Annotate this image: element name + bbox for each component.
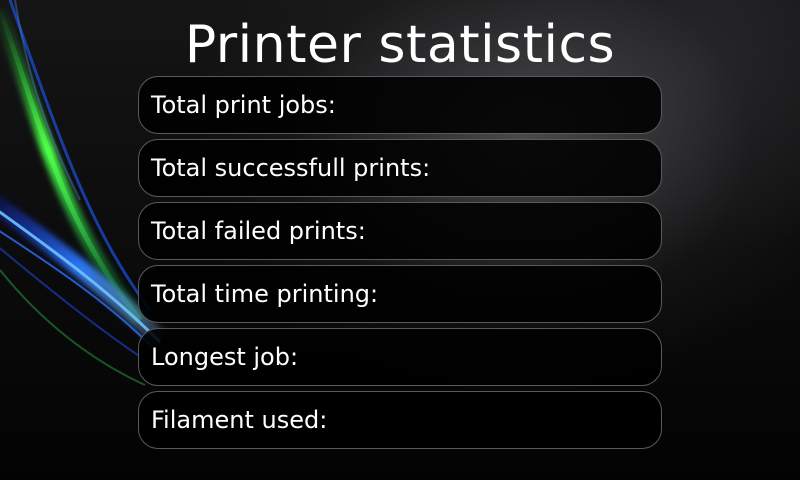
stat-label: Longest job:: [151, 343, 299, 371]
stat-label: Total successfull prints:: [151, 154, 431, 182]
page-title: Printer statistics: [184, 15, 616, 75]
stat-label: Total failed prints:: [151, 217, 366, 245]
stat-label: Total time printing:: [151, 280, 379, 308]
stat-row-total-successful-prints: Total successfull prints:: [138, 139, 662, 197]
stat-row-total-print-jobs: Total print jobs:: [138, 76, 662, 134]
printer-statistics-screen: Printer statistics Total print jobs: Tot…: [0, 0, 800, 480]
stat-label: Filament used:: [151, 406, 328, 434]
stat-row-longest-job: Longest job:: [138, 328, 662, 386]
stat-row-total-failed-prints: Total failed prints:: [138, 202, 662, 260]
stats-list: Total print jobs: Total successfull prin…: [138, 76, 662, 454]
stat-row-total-time-printing: Total time printing:: [138, 265, 662, 323]
stat-row-filament-used: Filament used:: [138, 391, 662, 449]
stat-label: Total print jobs:: [151, 91, 336, 119]
